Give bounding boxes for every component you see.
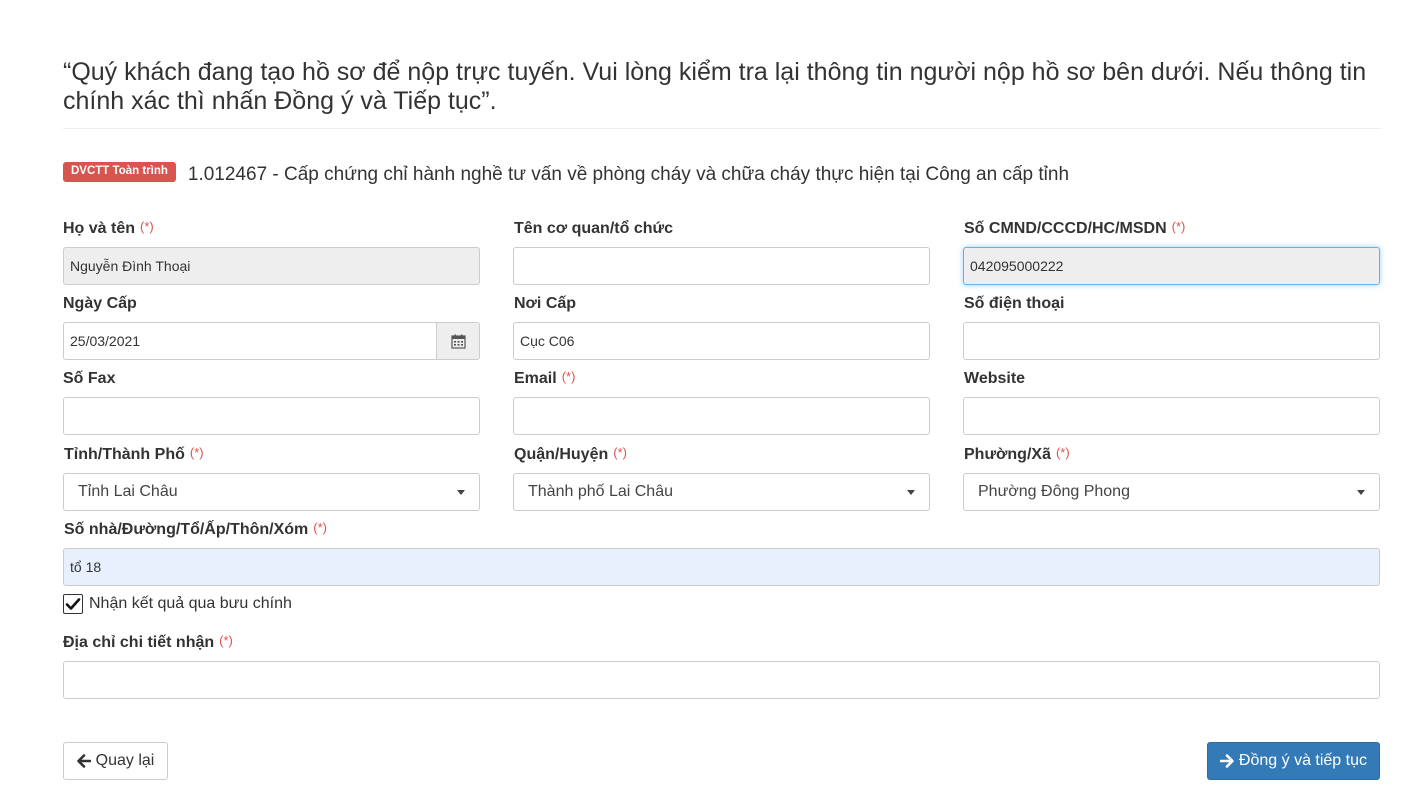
cmnd-input[interactable]: 042095000222 [963, 247, 1380, 285]
required-mark: (*) [613, 445, 627, 460]
so-nha-label-text: Số nhà/Đường/Tổ/Ấp/Thôn/Xóm [64, 521, 309, 538]
required-mark: (*) [189, 445, 204, 460]
agree-continue-button[interactable]: Đồng ý và tiếp tục [1207, 742, 1380, 780]
noi-cap-label-text: Nơi Cấp [514, 295, 577, 312]
fax-label: Số Fax [63, 369, 115, 389]
website-input[interactable] [963, 397, 1380, 435]
service-title: 1.012467 - Cấp chứng chỉ hành nghề tư vấ… [187, 164, 1070, 185]
chevron-down-icon [1357, 490, 1365, 495]
date-picker-button[interactable] [436, 322, 480, 360]
postal-checkbox-label: Nhận kết quả qua bưu chính [89, 595, 292, 612]
dia-chi-nhan-input[interactable] [63, 661, 1380, 699]
quan-label: Quận/Huyện (*) [514, 445, 627, 465]
required-mark: (*) [1055, 445, 1070, 460]
co-quan-label: Tên cơ quan/tổ chức [514, 219, 673, 239]
dien-thoai-input[interactable] [963, 322, 1380, 360]
tinh-label: Tỉnh/Thành Phố (*) [64, 445, 204, 465]
dia-chi-nhan-label: Địa chỉ chi tiết nhận (*) [63, 633, 233, 653]
required-mark: (*) [1171, 219, 1186, 234]
phuong-label: Phường/Xã (*) [964, 445, 1070, 465]
tinh-select[interactable]: Tỉnh Lai Châu [63, 473, 480, 511]
quan-selected-value: Thành phố Lai Châu [528, 483, 673, 500]
so-nha-input[interactable]: tổ 18 [63, 548, 1380, 586]
chevron-down-icon [457, 490, 465, 495]
noi-cap-input[interactable]: Cục C06 [513, 322, 930, 360]
fax-input[interactable] [63, 397, 480, 435]
fax-label-text: Số Fax [63, 370, 116, 387]
ho-ten-label-text: Họ và tên [63, 220, 136, 237]
phuong-label-text: Phường/Xã [964, 446, 1051, 463]
arrow-right-icon [1220, 754, 1234, 768]
dia-chi-nhan-label-text: Địa chỉ chi tiết nhận [63, 634, 215, 651]
cmnd-label-text: Số CMND/CCCD/HC/MSDN [964, 220, 1167, 237]
website-label-text: Website [964, 370, 1026, 387]
agree-button-label: Đồng ý và tiếp tục [1238, 752, 1367, 769]
cmnd-label: Số CMND/CCCD/HC/MSDN (*) [964, 219, 1185, 239]
email-input[interactable] [513, 397, 930, 435]
phuong-selected-value: Phường Đông Phong [978, 483, 1130, 500]
required-mark: (*) [219, 633, 233, 648]
tinh-label-text: Tỉnh/Thành Phố [64, 446, 185, 463]
divider [63, 128, 1381, 129]
service-header: DVCTT Toàn trình 1.012467 - Cấp chứng ch… [63, 160, 1069, 190]
so-nha-label: Số nhà/Đường/Tổ/Ấp/Thôn/Xóm (*) [64, 520, 327, 540]
back-button-label: Quay lại [95, 752, 155, 769]
postal-checkbox[interactable] [63, 594, 83, 614]
phuong-select[interactable]: Phường Đông Phong [963, 473, 1380, 511]
email-label: Email (*) [514, 369, 575, 389]
arrow-left-icon [76, 754, 91, 768]
calendar-icon [450, 334, 466, 349]
postal-option[interactable]: Nhận kết quả qua bưu chính [63, 594, 292, 614]
check-icon [65, 598, 81, 610]
noi-cap-label: Nơi Cấp [514, 294, 576, 314]
email-label-text: Email [514, 370, 557, 387]
required-mark: (*) [313, 520, 327, 535]
required-mark: (*) [140, 219, 154, 234]
co-quan-label-text: Tên cơ quan/tổ chức [514, 220, 673, 237]
required-mark: (*) [561, 369, 576, 384]
dien-thoai-label: Số điện thoại [964, 294, 1064, 314]
ngay-cap-label-text: Ngày Cấp [63, 295, 137, 312]
service-type-badge: DVCTT Toàn trình [63, 162, 176, 182]
tinh-selected-value: Tỉnh Lai Châu [78, 483, 178, 500]
quan-label-text: Quận/Huyện [514, 446, 609, 463]
back-button[interactable]: Quay lại [63, 742, 168, 780]
website-label: Website [964, 369, 1025, 389]
notice-text: “Quý khách đang tạo hồ sơ để nộp trực tu… [63, 58, 1367, 115]
ho-ten-label: Họ và tên (*) [63, 219, 154, 239]
quan-select[interactable]: Thành phố Lai Châu [513, 473, 930, 511]
ngay-cap-input[interactable]: 25/03/2021 [63, 322, 438, 360]
chevron-down-icon [907, 490, 915, 495]
ho-ten-input[interactable]: Nguyễn Đình Thoại [63, 247, 480, 285]
ngay-cap-label: Ngày Cấp [63, 294, 137, 314]
dien-thoai-label-text: Số điện thoại [964, 295, 1065, 312]
co-quan-input[interactable] [513, 247, 930, 285]
